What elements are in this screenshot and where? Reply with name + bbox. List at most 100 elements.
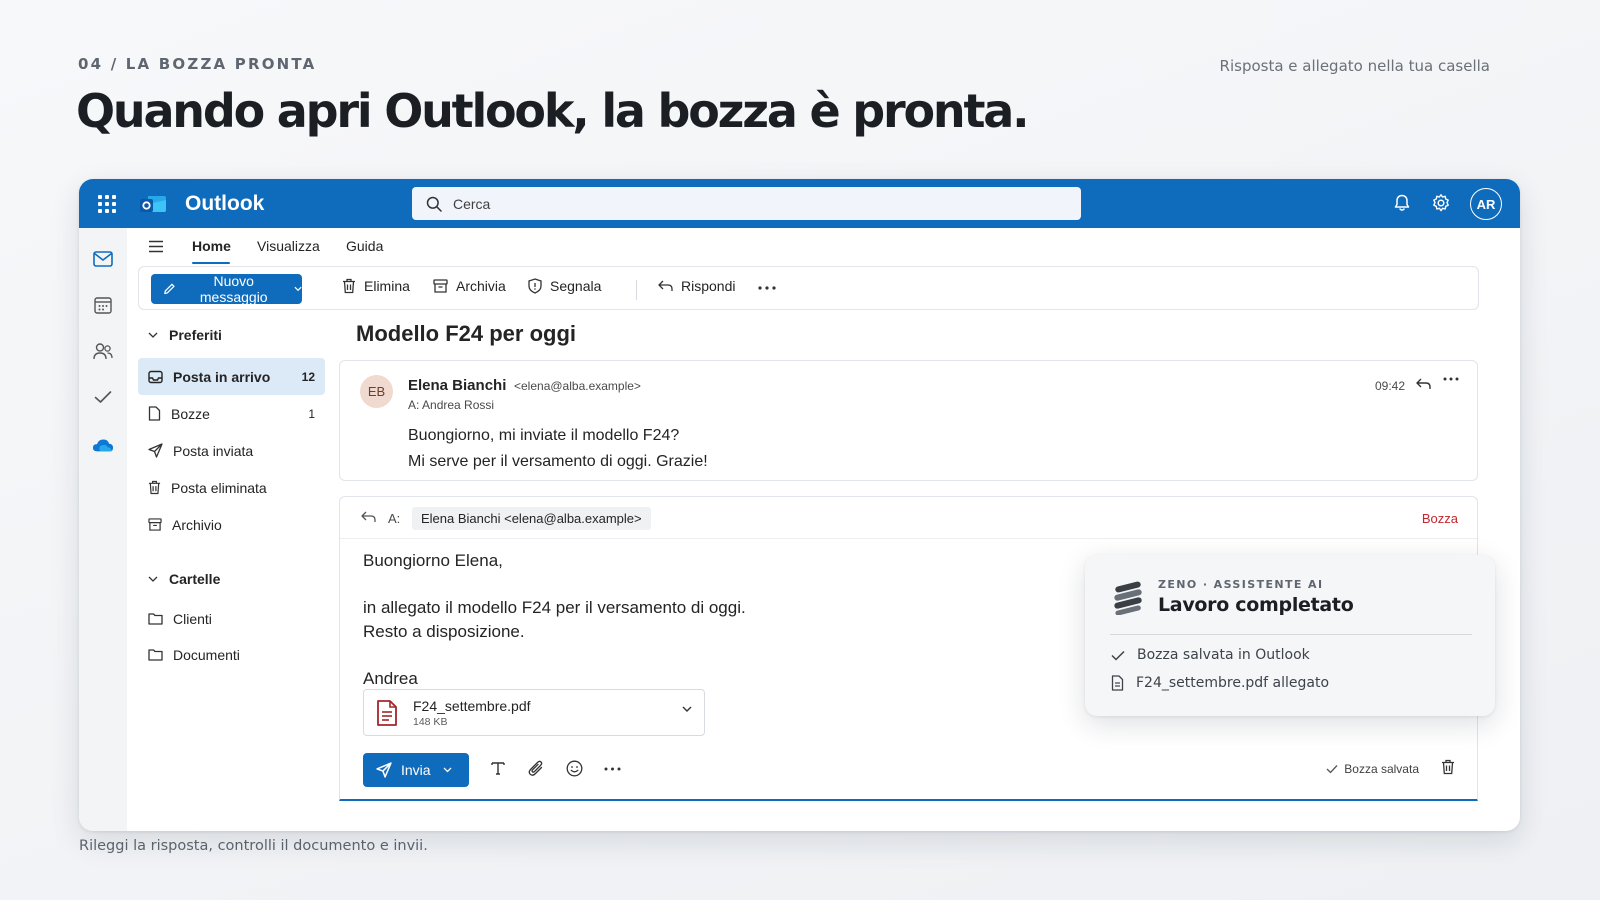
ai-result-label: Bozza salvata in Outlook [1137, 647, 1310, 663]
report-button[interactable]: Segnala [528, 278, 601, 294]
app-launcher-icon[interactable] [98, 195, 116, 213]
gear-icon[interactable] [1431, 193, 1451, 213]
slide-subtitle: Risposta e allegato nella tua casella [1219, 57, 1490, 75]
folder-label: Posta inviata [173, 442, 254, 459]
todo-check-icon[interactable] [92, 386, 114, 408]
archive-button[interactable]: Archivia [433, 278, 506, 294]
favorites-label: Preferiti [169, 327, 222, 343]
folder-label: Posta eliminata [171, 479, 267, 496]
chevron-down-icon [148, 576, 158, 582]
send-label: Invia [401, 762, 431, 778]
outlook-window: Outlook AR [79, 179, 1520, 831]
folder-deleted[interactable]: Posta eliminata [138, 469, 325, 506]
archive-icon [433, 279, 448, 293]
folder-drafts[interactable]: Bozze 1 [138, 395, 325, 432]
draft-count: 1 [308, 406, 315, 421]
reply-icon [658, 280, 673, 291]
draft-status-label: Bozza [1421, 511, 1458, 526]
trash-icon [343, 278, 355, 294]
folder-icon [148, 613, 163, 625]
compose-header: A: Elena Bianchi <elena@alba.example> Bo… [340, 497, 1477, 539]
slide-kicker: 04 / LA BOZZA PRONTA [78, 55, 317, 73]
folder-clients[interactable]: Clienti [138, 600, 325, 637]
reply-button[interactable]: Rispondi [658, 278, 735, 294]
attachment-size: 148 KB [413, 716, 448, 728]
command-toolbar: Nuovo messaggio Elimina Archivia Segnala… [138, 266, 1479, 310]
recipient-line: A: Andrea Rossi [408, 398, 495, 412]
pencil-icon [164, 283, 175, 295]
calendar-icon[interactable] [92, 294, 114, 316]
favorites-header[interactable]: Preferiti [148, 327, 222, 343]
search-box[interactable] [412, 187, 1081, 220]
more-options-icon[interactable] [604, 767, 621, 771]
sender-name[interactable]: Elena Bianchi [408, 377, 506, 394]
folders-header[interactable]: Cartelle [148, 571, 220, 587]
shield-icon [528, 278, 542, 294]
folder-inbox[interactable]: Posta in arrivo 12 [138, 358, 325, 395]
search-icon [426, 196, 442, 212]
send-button[interactable]: Invia [363, 753, 469, 787]
folder-label: Posta in arrivo [173, 368, 271, 385]
message-line: Buongiorno, mi inviate il modello F24? [408, 427, 680, 444]
recipient-chip[interactable]: Elena Bianchi <elena@alba.example> [412, 507, 651, 530]
compose-line: Resto a disposizione. [363, 621, 525, 641]
paperclip-icon[interactable] [528, 760, 544, 777]
check-icon [1111, 650, 1125, 661]
ai-result-label: F24_settembre.pdf allegato [1136, 675, 1330, 691]
message-subject: Modello F24 per oggi [356, 321, 577, 346]
emoji-icon[interactable] [566, 760, 583, 777]
tab-help[interactable]: Guida [346, 238, 383, 254]
slide-title: Quando apri Outlook, la bozza è pronta. [76, 84, 1030, 138]
folder-pane: Preferiti Posta in arrivo 12 Bozze 1 Pos… [127, 310, 337, 831]
folder-label: Clienti [173, 610, 212, 627]
chevron-down-icon[interactable] [682, 706, 692, 712]
more-options-icon[interactable] [758, 286, 776, 290]
draft-saved-status: Bozza salvata [1326, 762, 1419, 776]
onedrive-cloud-icon[interactable] [92, 434, 114, 456]
zeno-logo-icon [1114, 581, 1142, 615]
bell-icon[interactable] [1392, 193, 1412, 213]
compose-line: Andrea [363, 668, 418, 688]
delete-button[interactable]: Elimina [342, 278, 410, 294]
pdf-file-icon [377, 700, 397, 726]
ai-card-divider [1110, 634, 1472, 635]
folder-sent[interactable]: Posta inviata [138, 432, 325, 469]
user-avatar[interactable]: AR [1470, 188, 1502, 220]
menu-icon[interactable] [148, 240, 164, 253]
compose-line [363, 573, 746, 597]
chevron-down-icon[interactable] [443, 767, 452, 773]
tab-view[interactable]: Visualizza [257, 238, 320, 254]
compose-line: in allegato il modello F24 per il versam… [363, 598, 746, 617]
app-rail [79, 228, 127, 831]
folder-archive[interactable]: Archivio [138, 506, 325, 543]
text-format-icon[interactable] [490, 760, 506, 776]
folder-label: Documenti [173, 646, 240, 663]
attachment-name: F24_settembre.pdf [413, 698, 531, 714]
compose-body[interactable]: Buongiorno Elena, in allegato il modello… [363, 549, 746, 690]
to-label: A: [388, 511, 401, 526]
tab-home[interactable]: Home [192, 238, 231, 254]
active-tab-indicator [192, 262, 230, 264]
folder-documents[interactable]: Documenti [138, 636, 325, 673]
reply-icon[interactable] [1416, 378, 1431, 390]
search-input[interactable] [453, 195, 1053, 212]
top-bar: Outlook AR [79, 179, 1520, 228]
ai-result-item: F24_settembre.pdf allegato [1111, 675, 1329, 691]
mail-icon[interactable] [92, 248, 114, 270]
folders-label: Cartelle [169, 571, 221, 587]
compose-line: Buongiorno Elena, [363, 551, 503, 570]
trash-icon[interactable] [1441, 759, 1455, 775]
unread-count: 12 [301, 369, 315, 384]
saved-label: Bozza salvata [1344, 762, 1419, 776]
slide-caption: Rileggi la risposta, controlli il docume… [79, 838, 428, 854]
attachment-card[interactable]: F24_settembre.pdf 148 KB [363, 689, 705, 736]
app-name: Outlook [185, 192, 265, 215]
send-icon [376, 762, 392, 778]
reply-label: Rispondi [681, 278, 736, 294]
ai-card-kicker: ZENO · ASSISTENTE AI [1158, 578, 1324, 591]
new-message-button[interactable]: Nuovo messaggio [151, 273, 302, 305]
report-label: Segnala [550, 278, 602, 294]
people-icon[interactable] [92, 340, 114, 362]
chevron-down-icon[interactable] [294, 286, 302, 292]
more-options-icon[interactable] [1443, 377, 1459, 381]
